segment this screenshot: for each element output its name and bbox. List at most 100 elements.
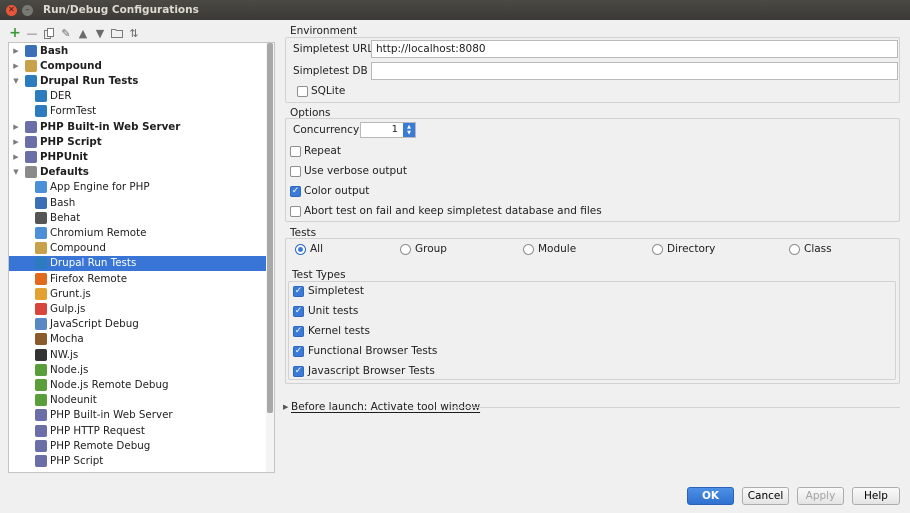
tree-item-label: DER (50, 90, 72, 103)
apply-button[interactable]: Apply (797, 487, 844, 505)
tree-item-label: JavaScript Debug (50, 318, 139, 331)
tree-item[interactable]: ▶ PHP Built-in Web Server (9, 119, 267, 134)
tree-toolbar: + — ✎ ▲ ▼ ⇅ (8, 24, 141, 42)
tree-item[interactable]: Grunt.js (9, 286, 267, 301)
tree-item[interactable]: Nodeunit (9, 393, 267, 408)
scope-radio-directory[interactable] (652, 244, 663, 255)
tree-scrollbar[interactable] (266, 43, 274, 472)
stepper-down-icon[interactable]: ▼ (407, 130, 411, 136)
expand-arrow-icon[interactable]: ▶ (11, 123, 21, 131)
drupal-icon (35, 90, 47, 103)
php-remote-icon (35, 439, 47, 452)
tree-item[interactable]: Mocha (9, 332, 267, 347)
test-type-checkbox[interactable]: ✓ (293, 366, 304, 377)
collapse-arrow-icon[interactable]: ▼ (11, 168, 21, 176)
tree-item[interactable]: ▶ Bash (9, 43, 267, 58)
tree-item[interactable]: ▶ PHP Script (9, 134, 267, 149)
test-type-checkbox[interactable]: ✓ (293, 346, 304, 357)
close-window-button[interactable]: ✕ (6, 4, 17, 16)
minimize-window-button[interactable]: – (22, 4, 33, 16)
tree-item[interactable]: ▶ PHPUnit (9, 149, 267, 164)
sqlite-checkbox[interactable] (297, 86, 308, 97)
nodejs-icon (35, 363, 47, 376)
tree-item[interactable]: ▼ Drupal Run Tests (9, 73, 267, 88)
help-button[interactable]: Help (852, 487, 900, 505)
scope-radio-class[interactable] (789, 244, 800, 255)
expand-arrow-icon[interactable]: ▶ (283, 403, 288, 411)
ok-button[interactable]: OK (687, 487, 734, 505)
tree-item-label: Compound (50, 242, 106, 255)
color-output-checkbox[interactable]: ✓ (290, 186, 301, 197)
expand-arrow-icon[interactable]: ▶ (11, 47, 21, 55)
tree-item[interactable]: Node.js (9, 362, 267, 377)
tree-item-label: PHP Script (40, 135, 102, 148)
add-icon[interactable]: + (8, 25, 22, 41)
tree-item[interactable]: Behat (9, 210, 267, 225)
tree-item[interactable]: PHP HTTP Request (9, 423, 267, 438)
test-type-label: Kernel tests (308, 325, 370, 337)
tree-item[interactable]: DER (9, 89, 267, 104)
test-type-label: Simpletest (308, 285, 365, 297)
tree-item-label: Bash (50, 196, 76, 209)
scope-radio-all[interactable] (295, 244, 306, 255)
tree-item[interactable]: Bash (9, 195, 267, 210)
configuration-tree[interactable]: ▶ Bash ▶ Compound ▼ Drupal Run Tests DER FormTe… (8, 42, 275, 473)
scope-radio-group[interactable] (400, 244, 411, 255)
tree-item[interactable]: Firefox Remote (9, 271, 267, 286)
test-type-checkbox[interactable]: ✓ (293, 306, 304, 317)
tree-item[interactable]: ▼ Defaults (9, 165, 267, 180)
tree-item[interactable]: Chromium Remote (9, 225, 267, 240)
verbose-output-checkbox[interactable] (290, 166, 301, 177)
folder-icon[interactable] (110, 26, 124, 40)
simpletest-db-input[interactable] (371, 62, 898, 80)
tree-item[interactable]: NW.js (9, 347, 267, 362)
tree-item[interactable]: PHP Script (9, 453, 267, 468)
expand-arrow-icon[interactable]: ▶ (11, 138, 21, 146)
tree-item[interactable]: Node.js Remote Debug (9, 377, 267, 392)
checkmark-icon: ✓ (294, 326, 303, 336)
drupal-icon (35, 257, 47, 270)
expand-arrow-icon[interactable]: ▶ (11, 62, 21, 70)
abort-on-fail-label: Abort test on fail and keep simpletest d… (304, 205, 602, 217)
concurrency-spinner[interactable]: 1 ▲ ▼ (360, 122, 416, 138)
behat-icon (35, 211, 47, 224)
simpletest-url-input[interactable]: http://localhost:8080 (371, 40, 898, 58)
scope-radio-module[interactable] (523, 244, 534, 255)
tree-item[interactable]: PHP Remote Debug (9, 438, 267, 453)
php-script-icon (25, 135, 37, 148)
test-type-checkbox[interactable]: ✓ (293, 326, 304, 337)
tree-item-label: PHP Remote Debug (50, 439, 151, 452)
remove-icon[interactable]: — (25, 26, 39, 40)
collapse-arrow-icon[interactable]: ▼ (11, 77, 21, 85)
move-up-icon[interactable]: ▲ (76, 26, 90, 40)
minimize-icon: – (25, 5, 30, 14)
sort-icon[interactable]: ⇅ (127, 26, 141, 40)
tree-item[interactable]: FormTest (9, 104, 267, 119)
drupal-icon (35, 105, 47, 118)
phpunit-icon (25, 150, 37, 163)
tree-item-label: Chromium Remote (50, 226, 147, 239)
tree-item[interactable]: ▶ Compound (9, 58, 267, 73)
abort-on-fail-checkbox[interactable] (290, 206, 301, 217)
drupal-icon (25, 74, 37, 87)
move-down-icon[interactable]: ▼ (93, 26, 107, 40)
tree-item[interactable]: PHP Built-in Web Server (9, 408, 267, 423)
repeat-checkbox[interactable] (290, 146, 301, 157)
tree-item[interactable]: Gulp.js (9, 301, 267, 316)
tree-scrollbar-thumb[interactable] (267, 43, 273, 413)
tree-item[interactable]: Compound (9, 241, 267, 256)
concurrency-stepper[interactable]: ▲ ▼ (403, 123, 415, 137)
wrench-icon[interactable]: ✎ (59, 26, 73, 40)
expand-arrow-icon[interactable]: ▶ (11, 153, 21, 161)
checkmark-icon: ✓ (294, 286, 303, 296)
test-type-checkbox[interactable]: ✓ (293, 286, 304, 297)
tree-item[interactable]: JavaScript Debug (9, 317, 267, 332)
scope-label-module: Module (538, 243, 577, 255)
environment-section-title: Environment (290, 25, 358, 37)
defaults-icon (25, 166, 37, 179)
tree-item[interactable]: Drupal Run Tests (9, 255, 267, 271)
cancel-button[interactable]: Cancel (742, 487, 789, 505)
tree-item[interactable]: App Engine for PHP (9, 180, 267, 195)
copy-icon[interactable] (42, 26, 56, 40)
bash-icon (35, 196, 47, 209)
